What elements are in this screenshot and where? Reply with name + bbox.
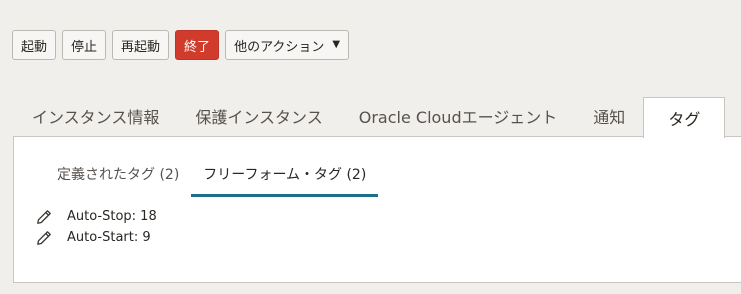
stop-button[interactable]: 停止	[62, 30, 107, 60]
freeform-tag-list: Auto-Stop: 18 Auto-Start: 9	[36, 206, 157, 248]
instance-tabs: インスタンス情報 保護インスタンス Oracle Cloudエージェント 通知 …	[14, 97, 741, 138]
more-actions-label: 他のアクション	[234, 39, 325, 55]
tab-protected-instance[interactable]: 保護インスタンス	[177, 97, 340, 135]
tab-tags[interactable]: タグ	[643, 97, 726, 138]
tag-row: Auto-Start: 9	[36, 227, 157, 248]
chevron-down-icon: ▼	[332, 39, 341, 50]
subtab-defined-tags[interactable]: 定義されたタグ (2)	[45, 161, 191, 197]
tab-instance-info[interactable]: インスタンス情報	[14, 97, 177, 135]
pencil-icon[interactable]	[36, 230, 52, 246]
start-button[interactable]: 起動	[12, 30, 57, 60]
subtab-freeform-tags[interactable]: フリーフォーム・タグ (2)	[191, 161, 379, 197]
tag-text: Auto-Start: 9	[67, 230, 151, 245]
reboot-button[interactable]: 再起動	[112, 30, 170, 60]
tag-text: Auto-Stop: 18	[67, 209, 157, 224]
tab-oracle-cloud-agent[interactable]: Oracle Cloudエージェント	[341, 97, 576, 135]
action-toolbar: 起動 停止 再起動 終了 他のアクション ▼	[12, 30, 350, 60]
more-actions-button[interactable]: 他のアクション ▼	[225, 30, 350, 60]
tag-row: Auto-Stop: 18	[36, 206, 157, 227]
terminate-button[interactable]: 終了	[175, 30, 220, 60]
tag-type-subtabs: 定義されたタグ (2) フリーフォーム・タグ (2)	[45, 161, 379, 197]
tab-notifications[interactable]: 通知	[575, 97, 643, 135]
tags-panel: 定義されたタグ (2) フリーフォーム・タグ (2) Auto-Stop: 18…	[13, 136, 741, 283]
pencil-icon[interactable]	[36, 209, 52, 225]
